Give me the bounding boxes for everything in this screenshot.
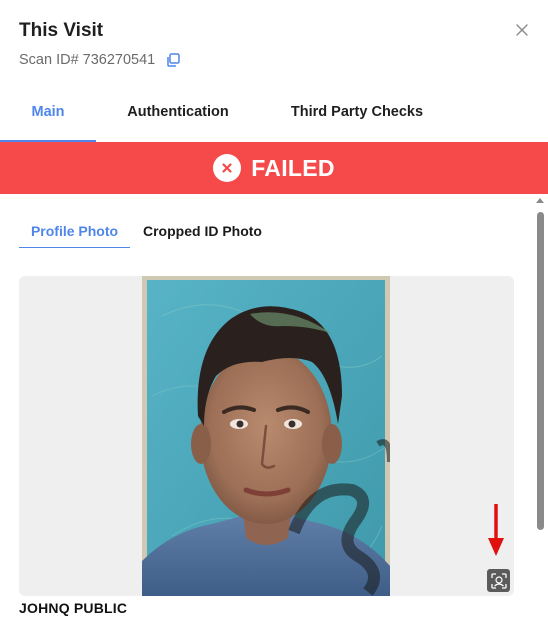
close-icon[interactable] — [512, 20, 532, 40]
tab-third-party-checks[interactable]: Third Party Checks — [282, 92, 432, 142]
profile-name: JOHNQ PUBLIC — [19, 600, 128, 616]
photo-card — [19, 276, 514, 596]
scroll-thumb[interactable] — [537, 212, 544, 530]
scan-id-text: Scan ID# 736270541 — [19, 52, 156, 68]
subtab-profile-photo[interactable]: Profile Photo — [19, 218, 130, 248]
x-circle-icon — [213, 154, 242, 182]
page-title: This Visit — [19, 20, 104, 41]
profile-photo — [142, 276, 390, 596]
scan-id-row: Scan ID# 736270541 — [19, 52, 181, 68]
tab-authentication[interactable]: Authentication — [112, 92, 244, 142]
tab-main[interactable]: Main — [0, 92, 96, 142]
main-content: Profile Photo Cropped ID Photo — [0, 194, 548, 628]
scroll-up-icon[interactable] — [536, 198, 544, 203]
subtab-cropped-id-photo[interactable]: Cropped ID Photo — [143, 218, 262, 248]
face-scan-icon — [490, 572, 507, 589]
face-scan-button[interactable] — [487, 569, 510, 592]
scrollbar[interactable] — [532, 194, 548, 628]
copy-icon[interactable] — [165, 52, 181, 68]
status-banner: FAILED — [0, 142, 548, 194]
panel-header: This Visit Scan ID# 736270541 Main Authe… — [0, 0, 548, 142]
annotation-arrow-icon — [488, 504, 504, 556]
status-text: FAILED — [251, 154, 335, 181]
main-tabs: Main Authentication Third Party Checks — [0, 92, 548, 142]
